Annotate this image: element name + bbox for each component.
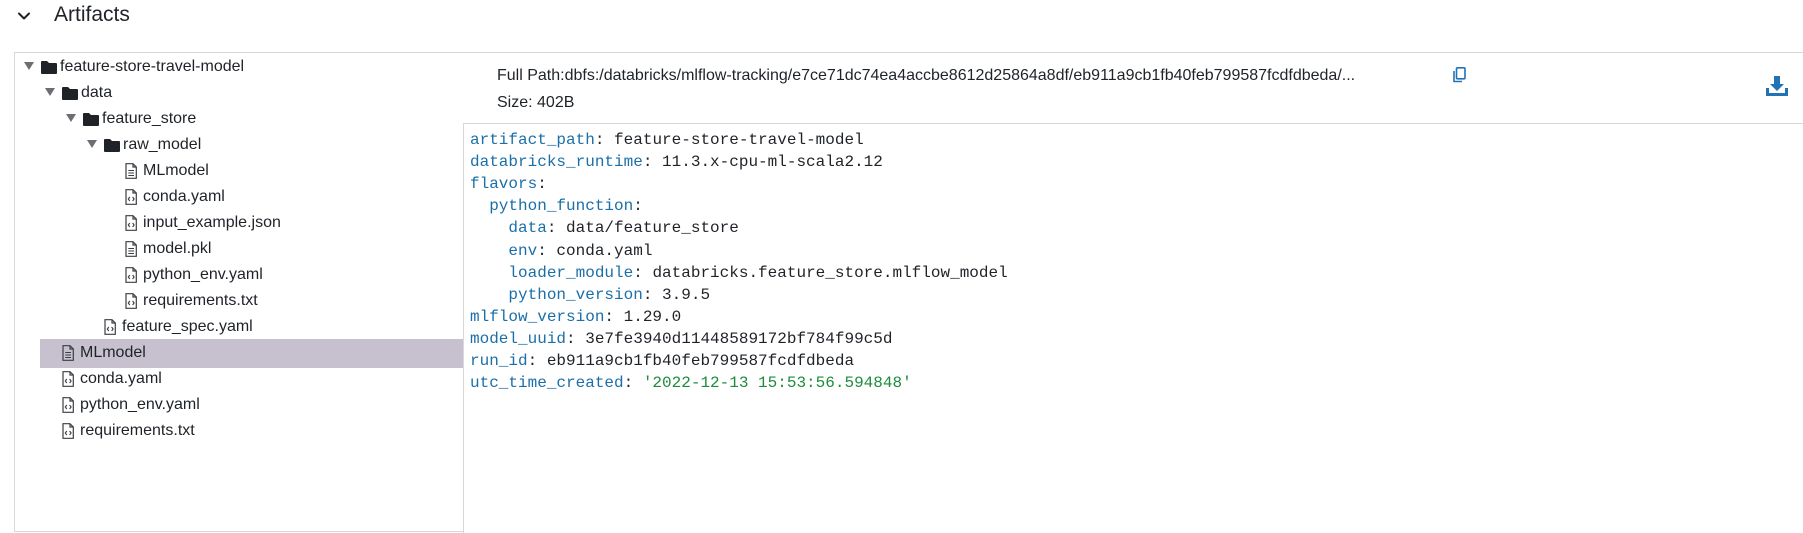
yaml-value: conda.yaml: [556, 241, 653, 260]
tree-item-label: raw_model: [123, 136, 202, 153]
tree-item-label: feature_spec.yaml: [122, 318, 253, 335]
yaml-value: 3.9.5: [662, 285, 711, 304]
tree-item-label: data: [81, 84, 113, 101]
tree-item[interactable]: input_example.json: [15, 209, 463, 238]
tree-item[interactable]: conda.yaml: [15, 183, 463, 212]
file-code-icon: [125, 189, 137, 205]
tree-item[interactable]: raw_model: [15, 131, 463, 160]
code-line: flavors:: [470, 175, 547, 194]
file-code-icon: [125, 267, 137, 283]
artifacts-section-header[interactable]: Artifacts: [0, 0, 1803, 34]
code-line: python_version: 3.9.5: [508, 285, 711, 304]
file-code-icon: [125, 293, 137, 309]
yaml-key: flavors: [470, 175, 538, 194]
tree-item-label: MLmodel: [143, 162, 209, 179]
tree-item[interactable]: requirements.txt: [15, 417, 463, 446]
tree-item[interactable]: python_env.yaml: [15, 391, 463, 420]
yaml-value: 1.29.0: [623, 307, 682, 326]
file-size: Size: 402B: [497, 94, 575, 111]
folder-icon: [104, 139, 120, 152]
chevron-down-icon[interactable]: [17, 9, 31, 23]
tree-item-label: requirements.txt: [80, 422, 195, 439]
folder-icon: [41, 61, 57, 74]
tree-item[interactable]: feature-store-travel-model: [15, 53, 463, 82]
file-text-icon: [125, 241, 137, 257]
artifacts-panel: feature-store-travel-model data feature_st…: [14, 52, 1803, 533]
tree-item[interactable]: MLmodel: [15, 157, 463, 186]
tree-item[interactable]: conda.yaml: [15, 365, 463, 394]
yaml-value: 3e7fe3940d11448589172bf784f99c5d: [585, 329, 893, 348]
folder-icon: [83, 113, 99, 126]
tree-item-label: python_env.yaml: [143, 266, 263, 283]
code-line: env: conda.yaml: [508, 241, 653, 260]
tree-item-label: feature-store-travel-model: [60, 58, 245, 75]
file-code-icon: [62, 371, 74, 387]
code-line: data: data/feature_store: [508, 219, 739, 238]
tree-item-label: input_example.json: [143, 214, 281, 231]
tree-item[interactable]: feature_store: [15, 105, 463, 134]
yaml-key: env: [508, 241, 538, 260]
tree-item-label: python_env.yaml: [80, 396, 200, 413]
file-content: artifact_path: feature-store-travel-mode…: [463, 123, 1803, 533]
tree-item[interactable]: requirements.txt: [15, 287, 463, 316]
file-code-icon: [62, 423, 74, 439]
tree-item[interactable]: data: [15, 79, 463, 108]
code-line: utc_time_created: '2022-12-13 15:53:56.5…: [470, 374, 912, 393]
full-path: Full Path:dbfs:/databricks/mlflow-tracki…: [497, 67, 1356, 84]
yaml-key: python_version: [508, 285, 643, 304]
download-icon[interactable]: [1765, 75, 1789, 97]
tree-item-label: feature_store: [102, 110, 197, 127]
file-text-icon: [62, 345, 74, 361]
yaml-key: model_uuid: [470, 329, 567, 348]
yaml-key: loader_module: [508, 263, 634, 282]
tree-item[interactable]: MLmodel: [40, 339, 463, 368]
code-line: databricks_runtime: 11.3.x-cpu-ml-scala2…: [470, 153, 883, 172]
yaml-value: eb911a9cb1fb40feb799587fcdfdbeda: [546, 352, 855, 370]
yaml-key: artifact_path: [470, 131, 595, 149]
yaml-key: python_function: [489, 197, 634, 216]
copy-icon[interactable]: [1453, 67, 1466, 83]
caret-down-icon[interactable]: [24, 62, 34, 70]
file-code-icon: [104, 319, 116, 335]
yaml-value: data/feature_store: [566, 219, 739, 238]
yaml-value: databricks.feature_store.mlflow_model: [652, 263, 1008, 282]
yaml-key: run_id: [470, 352, 528, 370]
yaml-key: mlflow_version: [470, 307, 605, 326]
tree-item[interactable]: model.pkl: [15, 235, 463, 264]
code-line: loader_module: databricks.feature_store.…: [508, 263, 1008, 282]
artifact-viewer: Full Path:dbfs:/databricks/mlflow-tracki…: [463, 53, 1803, 533]
tree-item[interactable]: feature_spec.yaml: [15, 313, 463, 342]
tree-item[interactable]: python_env.yaml: [15, 261, 463, 290]
code-line: artifact_path: feature-store-travel-mode…: [470, 131, 864, 149]
section-title: Artifacts: [54, 3, 130, 26]
folder-icon: [62, 87, 78, 100]
caret-down-icon[interactable]: [87, 140, 97, 148]
code-line: mlflow_version: 1.29.0: [470, 307, 682, 326]
tree-item-label: conda.yaml: [80, 370, 162, 387]
tree-item-label: requirements.txt: [143, 292, 258, 309]
tree-item-label: MLmodel: [80, 344, 146, 361]
yaml-value: feature-store-travel-model: [614, 131, 864, 149]
tree-item-label: model.pkl: [143, 240, 212, 257]
yaml-value: 11.3.x-cpu-ml-scala2.12: [662, 153, 883, 172]
caret-down-icon[interactable]: [66, 114, 76, 122]
tree-item-label: conda.yaml: [143, 188, 225, 205]
code-line: run_id: eb911a9cb1fb40feb799587fcdfdbeda: [470, 352, 855, 370]
yaml-key: databricks_runtime: [470, 153, 643, 172]
code-line: python_function:: [489, 197, 643, 216]
artifact-tree: feature-store-travel-model data feature_st…: [15, 53, 463, 533]
yaml-key: utc_time_created: [470, 374, 624, 393]
file-code-icon: [125, 215, 137, 231]
yaml-value: '2022-12-13 15:53:56.594848': [642, 374, 912, 393]
caret-down-icon[interactable]: [45, 88, 55, 96]
code-line: model_uuid: 3e7fe3940d11448589172bf784f9…: [470, 329, 893, 348]
file-text-icon: [125, 163, 137, 179]
file-code-icon: [62, 397, 74, 413]
yaml-key: data: [508, 219, 547, 238]
